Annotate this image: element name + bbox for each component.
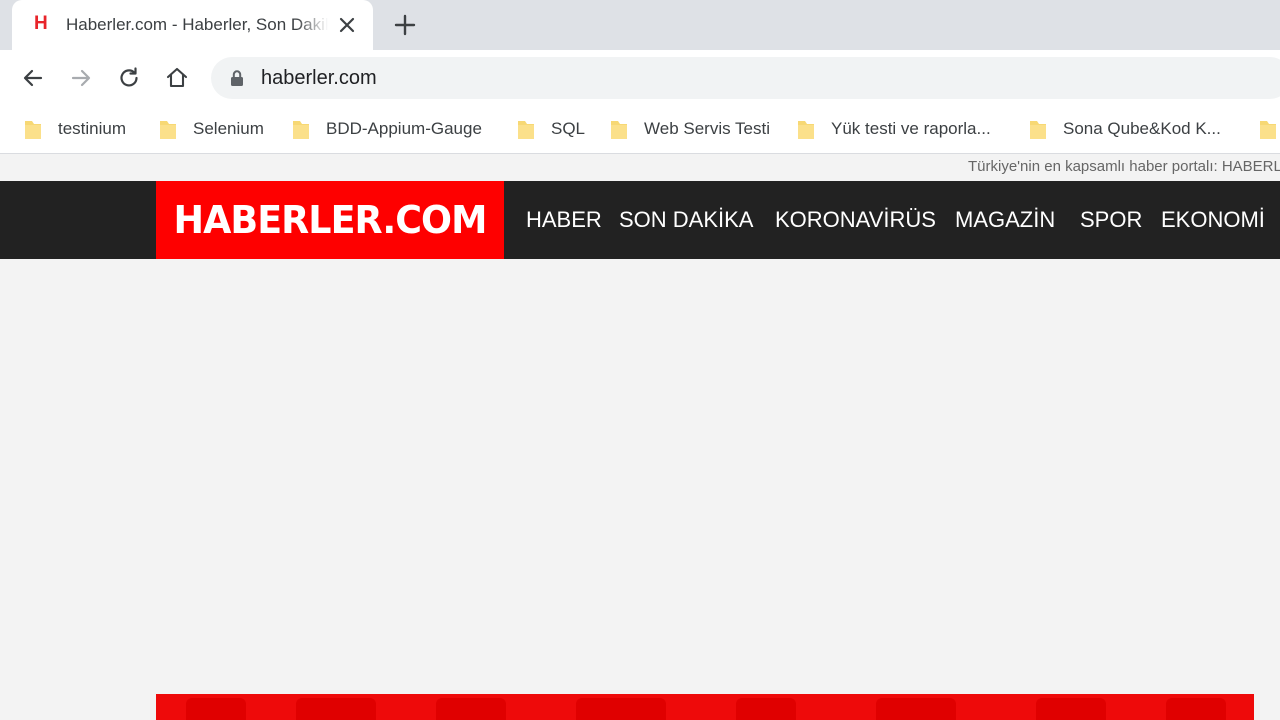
bookmark-folder-yuk-testi[interactable]: Yük testi ve raporla... bbox=[797, 114, 991, 144]
banner-decoration bbox=[876, 698, 956, 720]
banner-decoration bbox=[436, 698, 506, 720]
lock-icon[interactable] bbox=[230, 69, 244, 87]
folder-icon bbox=[292, 119, 310, 140]
bookmarks-bar: testinium Selenium BDD-Appium-Gauge SQL … bbox=[0, 106, 1280, 154]
bookmark-label: BDD-Appium-Gauge bbox=[326, 119, 482, 138]
tab-title: Haberler.com - Haberler, Son Dakika Habe… bbox=[66, 15, 328, 34]
nav-item-haber[interactable]: HABER bbox=[526, 207, 602, 233]
nav-item-magazin[interactable]: MAGAZİN bbox=[955, 207, 1055, 233]
reload-icon[interactable] bbox=[116, 65, 142, 91]
home-icon[interactable] bbox=[164, 65, 190, 91]
address-bar[interactable]: haberler.com bbox=[211, 57, 1280, 99]
bookmark-folder-web-servis-testi[interactable]: Web Servis Testi bbox=[610, 114, 770, 144]
folder-icon bbox=[159, 119, 177, 140]
folder-icon bbox=[610, 119, 628, 140]
bookmark-folder-selenium[interactable]: Selenium bbox=[159, 114, 264, 144]
red-banner[interactable] bbox=[156, 694, 1254, 720]
folder-icon bbox=[797, 119, 815, 140]
bookmark-label: Selenium bbox=[193, 119, 264, 138]
banner-decoration bbox=[296, 698, 376, 720]
site-tagline: Türkiye'nin en kapsamlı haber portalı: H… bbox=[968, 158, 1280, 175]
browser-toolbar: haberler.com bbox=[0, 50, 1280, 106]
logo-text: HABERLER.COM bbox=[173, 198, 488, 242]
close-tab-icon[interactable] bbox=[337, 15, 357, 35]
bookmark-label: Yük testi ve raporla... bbox=[831, 119, 991, 138]
nav-item-spor[interactable]: SPOR bbox=[1080, 207, 1142, 233]
site-navigation-bar: HABERLER.COM HABER SON DAKİKA KORONAVİRÜ… bbox=[0, 181, 1280, 259]
browser-tab-active[interactable]: H Haberler.com - Haberler, Son Dakika Ha… bbox=[12, 0, 373, 50]
back-arrow-icon[interactable] bbox=[20, 65, 46, 91]
bookmark-folder-sona-qube[interactable]: Sona Qube&Kod K... bbox=[1029, 114, 1221, 144]
new-tab-icon[interactable] bbox=[393, 13, 417, 37]
folder-icon bbox=[24, 119, 42, 140]
bookmark-label: Web Servis Testi bbox=[644, 119, 770, 138]
bookmark-folder-testinium[interactable]: testinium bbox=[24, 114, 126, 144]
banner-decoration bbox=[1166, 698, 1226, 720]
bookmark-folder-sql[interactable]: SQL bbox=[517, 114, 585, 144]
browser-tabstrip: H Haberler.com - Haberler, Son Dakika Ha… bbox=[0, 0, 1280, 50]
banner-decoration bbox=[736, 698, 796, 720]
folder-icon bbox=[517, 119, 535, 140]
haberler-favicon-icon: H bbox=[34, 13, 48, 34]
bookmark-label: Sona Qube&Kod K... bbox=[1063, 119, 1221, 138]
banner-decoration bbox=[576, 698, 666, 720]
bookmark-folder-overflow[interactable] bbox=[1259, 114, 1280, 144]
bookmark-folder-bdd-appium-gauge[interactable]: BDD-Appium-Gauge bbox=[292, 114, 482, 144]
nav-item-koronavirus[interactable]: KORONAVİRÜS bbox=[775, 207, 936, 233]
bookmark-label: SQL bbox=[551, 119, 586, 138]
main-content-area bbox=[0, 259, 1280, 720]
banner-decoration bbox=[1036, 698, 1106, 720]
site-logo[interactable]: HABERLER.COM bbox=[156, 181, 504, 259]
forward-arrow-icon[interactable] bbox=[68, 65, 94, 91]
folder-icon bbox=[1029, 119, 1047, 140]
nav-item-ekonomi[interactable]: EKONOMİ bbox=[1161, 207, 1265, 233]
bookmark-label: testinium bbox=[58, 119, 127, 138]
nav-item-son-dakika[interactable]: SON DAKİKA bbox=[619, 207, 753, 233]
folder-icon bbox=[1259, 119, 1277, 140]
banner-decoration bbox=[186, 698, 246, 720]
url-text[interactable]: haberler.com bbox=[261, 67, 377, 89]
